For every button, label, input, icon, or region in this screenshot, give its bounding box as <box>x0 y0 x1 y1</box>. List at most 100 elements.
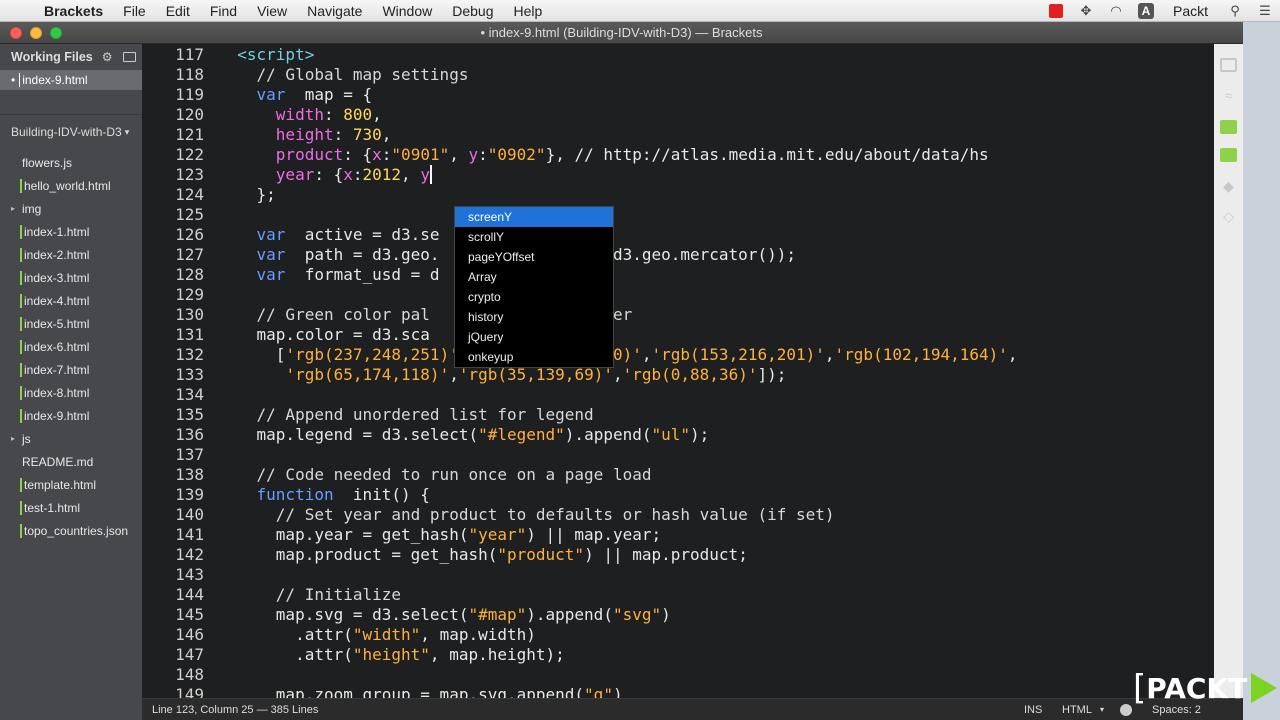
tree-file[interactable]: index-2.html <box>0 243 142 266</box>
menu-file[interactable]: File <box>113 3 156 19</box>
code-line[interactable] <box>218 385 1214 405</box>
code-line[interactable]: // Code needed to run once on a page loa… <box>218 465 1214 485</box>
code-line[interactable]: var active = d3.se <box>218 225 1214 245</box>
extension-icon-3[interactable]: ◆ <box>1220 178 1237 194</box>
project-name: Building-IDV-with-D3 <box>11 125 122 139</box>
code-line[interactable]: .attr("width", map.width) <box>218 625 1214 645</box>
code-line[interactable]: 'rgb(65,174,118)','rgb(35,139,69)','rgb(… <box>218 365 1214 385</box>
code-line[interactable]: var map = { <box>218 85 1214 105</box>
code-line[interactable]: function init() { <box>218 485 1214 505</box>
tree-item-label: js <box>22 431 31 446</box>
working-file-item[interactable]: • index-9.html <box>0 70 142 90</box>
minimize-window-button[interactable] <box>30 27 42 39</box>
code-line[interactable]: var format_usd = d '); <box>218 265 1214 285</box>
search-icon[interactable]: ⚲ <box>1224 3 1246 19</box>
language-select[interactable]: HTML <box>1062 704 1092 716</box>
code-line[interactable]: .attr("height", map.height); <box>218 645 1214 665</box>
code-line[interactable]: // Green color pal Brewer <box>218 305 1214 325</box>
code-token: , <box>381 125 392 144</box>
code-line[interactable] <box>218 565 1214 585</box>
menu-edit[interactable]: Edit <box>156 3 200 19</box>
code-hint-item[interactable]: onkeyup <box>455 347 613 367</box>
tree-file[interactable]: README.md <box>0 450 142 473</box>
tree-folder[interactable]: ▸ js <box>0 427 142 450</box>
tree-file[interactable]: test-1.html <box>0 496 142 519</box>
tree-file[interactable]: index-8.html <box>0 381 142 404</box>
tree-file[interactable]: topo_countries.json <box>0 519 142 542</box>
input-source-icon[interactable]: A <box>1135 3 1157 19</box>
tree-file[interactable]: index-3.html <box>0 266 142 289</box>
tree-file[interactable]: index-6.html <box>0 335 142 358</box>
code-line[interactable]: map.product = get_hash("product") || map… <box>218 545 1214 565</box>
code-line[interactable]: width: 800, <box>218 105 1214 125</box>
wifi-icon[interactable]: ◠ <box>1105 3 1127 19</box>
code-line[interactable] <box>218 665 1214 685</box>
menu-help[interactable]: Help <box>504 3 553 19</box>
user-name[interactable]: Packt <box>1161 3 1220 19</box>
tree-file[interactable]: index-7.html <box>0 358 142 381</box>
tree-file[interactable]: index-4.html <box>0 289 142 312</box>
code-editor[interactable]: 117 118 119 120 121 122 123 124 125 126 127 128 129 1… <box>142 44 1214 698</box>
project-dropdown[interactable]: Building-IDV-with-D3 ▾ <box>0 115 142 149</box>
menu-find[interactable]: Find <box>200 3 247 19</box>
code-line[interactable]: // Set year and product to defaults or h… <box>218 505 1214 525</box>
tree-file[interactable]: index-9.html <box>0 404 142 427</box>
disclosure-triangle-icon[interactable]: ▸ <box>11 204 15 213</box>
code-line[interactable]: // Global map settings <box>218 65 1214 85</box>
code-line[interactable]: ['rgb(237,248,251)','rgb(204,236,230)','… <box>218 345 1214 365</box>
tree-item-label: index-5.html <box>20 316 89 331</box>
code-line[interactable]: <script> <box>218 45 1214 65</box>
code-line[interactable]: map.color = d3.sca ange( <box>218 325 1214 345</box>
menu-window[interactable]: Window <box>372 3 442 19</box>
live-preview-icon[interactable] <box>1220 58 1237 72</box>
code-line[interactable]: map.legend = d3.select("#legend").append… <box>218 425 1214 445</box>
maximize-window-button[interactable] <box>50 27 62 39</box>
code-hint-item[interactable]: history <box>455 307 613 327</box>
code-line[interactable]: product: {x:"0901", y:"0902"}, // http:/… <box>218 145 1214 165</box>
code-hint-item[interactable]: jQuery <box>455 327 613 347</box>
code-line[interactable]: year: {x:2012, y <box>218 165 1214 185</box>
code-line[interactable] <box>218 285 1214 305</box>
code-line[interactable] <box>218 445 1214 465</box>
code-line[interactable]: map.year = get_hash("year") || map.year; <box>218 525 1214 545</box>
code-line[interactable]: // Append unordered list for legend <box>218 405 1214 425</box>
code-line[interactable] <box>218 205 1214 225</box>
code-line[interactable]: }; <box>218 185 1214 205</box>
code-line[interactable]: var path = d3.geo. on(d3.geo.mercator())… <box>218 245 1214 265</box>
code-hint-item[interactable]: crypto <box>455 287 613 307</box>
code-line[interactable]: map.svg = d3.select("#map").append("svg"… <box>218 605 1214 625</box>
extension-manager-icon[interactable]: ≈ <box>1220 88 1237 103</box>
tree-file[interactable]: index-1.html <box>0 220 142 243</box>
code-hint-item[interactable]: screenY <box>455 207 613 227</box>
menu-view[interactable]: View <box>247 3 297 19</box>
dropbox-icon[interactable]: ✥ <box>1075 3 1097 19</box>
gear-icon[interactable]: ⚙ <box>102 50 113 64</box>
code-token: y <box>420 165 430 184</box>
code-line[interactable]: // Initialize <box>218 585 1214 605</box>
recording-icon[interactable] <box>1045 3 1067 19</box>
app-menu[interactable]: Brackets <box>44 3 113 19</box>
split-view-icon[interactable] <box>122 52 136 62</box>
insert-mode-toggle[interactable]: INS <box>1024 704 1042 716</box>
code-hint-item[interactable]: Array <box>455 267 613 287</box>
extension-icon-4[interactable]: ◇ <box>1220 208 1237 224</box>
disclosure-triangle-icon[interactable]: ▸ <box>11 434 15 443</box>
tree-file[interactable]: template.html <box>0 473 142 496</box>
close-window-button[interactable] <box>10 27 22 39</box>
notification-center-icon[interactable]: ☰ <box>1254 3 1276 19</box>
code-hint-item[interactable]: scrollY <box>455 227 613 247</box>
tree-file[interactable]: hello_world.html <box>0 174 142 197</box>
extension-green-icon-1[interactable] <box>1220 120 1237 134</box>
menu-debug[interactable]: Debug <box>442 3 503 19</box>
tree-file[interactable]: flowers.js <box>0 151 142 174</box>
tree-folder[interactable]: ▸ img <box>0 197 142 220</box>
code-line[interactable]: height: 730, <box>218 125 1214 145</box>
extension-green-icon-2[interactable] <box>1220 148 1237 162</box>
tree-file[interactable]: index-5.html <box>0 312 142 335</box>
code-area[interactable]: <script> // Global map settings var map … <box>218 44 1214 698</box>
code-line[interactable]: map.zoom_group = map.svg.append("g") <box>218 685 1214 698</box>
menu-navigate[interactable]: Navigate <box>297 3 372 19</box>
code-hint-item[interactable]: pageYOffset <box>455 247 613 267</box>
code-token: "g" <box>584 685 613 698</box>
linter-status-icon[interactable] <box>1120 703 1132 716</box>
